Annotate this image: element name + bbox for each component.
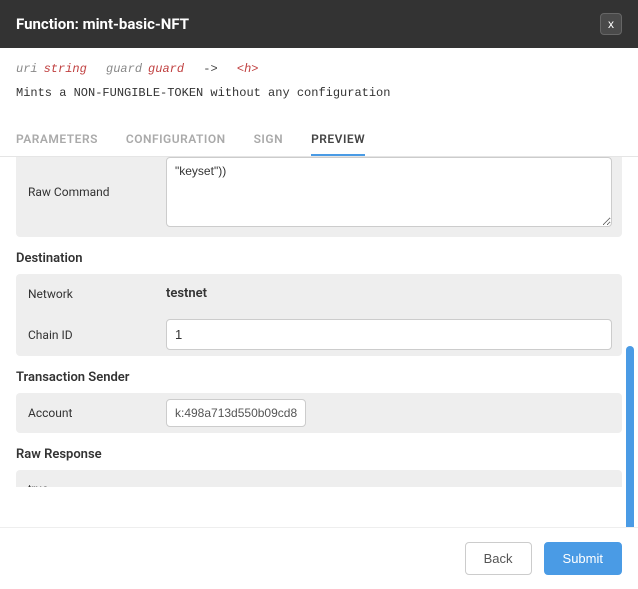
sender-grid: Account: [16, 393, 622, 433]
sender-title: Transaction Sender: [16, 370, 622, 385]
chain-id-input[interactable]: [166, 319, 612, 350]
close-button[interactable]: x: [600, 13, 622, 35]
network-value: testnet: [166, 280, 207, 307]
param-name: uri: [16, 62, 38, 76]
arrow: ->: [203, 62, 217, 76]
raw-command-row: Raw Command: [16, 157, 622, 237]
raw-response-title: Raw Response: [16, 447, 622, 462]
footer: Back Submit: [0, 527, 638, 589]
account-input[interactable]: [166, 399, 306, 427]
function-signature: uri string guard guard -> <h>: [0, 48, 638, 82]
param-type: string: [44, 62, 87, 76]
function-description: Mints a NON-FUNGIBLE-TOKEN without any c…: [0, 82, 638, 116]
raw-command-textarea[interactable]: [166, 157, 612, 227]
return-type: <h>: [237, 62, 259, 76]
destination-grid: Network testnet Chain ID: [16, 274, 622, 356]
chain-id-label: Chain ID: [16, 316, 166, 354]
tab-sign[interactable]: SIGN: [254, 124, 283, 156]
raw-response-value: true: [16, 470, 622, 487]
network-label: Network: [16, 275, 166, 313]
tab-parameters[interactable]: PARAMETERS: [16, 124, 98, 156]
destination-title: Destination: [16, 251, 622, 266]
modal-header: Function: mint-basic-NFT x: [0, 0, 638, 48]
tab-preview[interactable]: PREVIEW: [311, 124, 365, 156]
raw-command-label: Raw Command: [16, 157, 166, 227]
tab-configuration[interactable]: CONFIGURATION: [126, 124, 226, 156]
back-button[interactable]: Back: [465, 542, 532, 575]
param-type: guard: [148, 62, 184, 76]
tabs: PARAMETERS CONFIGURATION SIGN PREVIEW: [0, 124, 638, 157]
account-label: Account: [16, 394, 166, 432]
modal-content: uri string guard guard -> <h> Mints a NO…: [0, 48, 638, 589]
tab-panel-preview: Raw Command Destination Network testnet …: [0, 157, 638, 487]
scrollbar[interactable]: [626, 216, 634, 561]
submit-button[interactable]: Submit: [544, 542, 622, 575]
param-name: guard: [106, 62, 142, 76]
modal-title: Function: mint-basic-NFT: [16, 15, 189, 33]
